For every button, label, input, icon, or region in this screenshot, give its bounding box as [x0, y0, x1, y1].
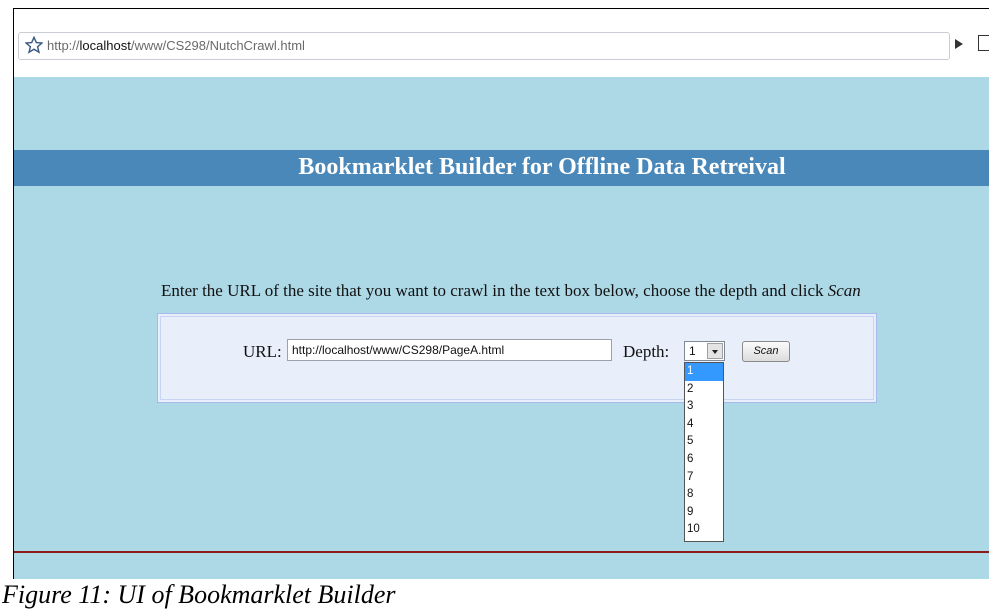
- url-host: localhost: [79, 38, 131, 53]
- depth-label: Depth:: [623, 342, 670, 361]
- bookmark-star-icon[interactable]: [25, 36, 43, 54]
- depth-option[interactable]: 4: [685, 416, 723, 434]
- instruction-scan-emphasis: Scan: [827, 281, 861, 300]
- depth-option[interactable]: 3: [685, 398, 723, 416]
- depth-dropdown-list: 1 2 3 4 5 6 7 8 9 10: [684, 362, 724, 542]
- depth-select-value: 1: [689, 344, 696, 358]
- depth-option[interactable]: 7: [685, 469, 723, 487]
- page-menu-icon[interactable]: [978, 35, 989, 51]
- scan-button[interactable]: Scan: [742, 341, 790, 362]
- url-input[interactable]: http://localhost/www/CS298/PageA.html: [287, 339, 612, 361]
- address-url[interactable]: http://localhost/www/CS298/NutchCrawl.ht…: [47, 38, 305, 53]
- depth-option[interactable]: 2: [685, 381, 723, 399]
- divider-rule: [14, 551, 989, 553]
- depth-option[interactable]: 6: [685, 451, 723, 469]
- instruction-body: Enter the URL of the site that you want …: [161, 281, 828, 300]
- page-viewport: Bookmarklet Builder for Offline Data Ret…: [14, 77, 989, 579]
- address-bar: http://localhost/www/CS298/NutchCrawl.ht…: [14, 9, 989, 77]
- omnibox[interactable]: http://localhost/www/CS298/NutchCrawl.ht…: [18, 32, 950, 60]
- chevron-down-icon[interactable]: [707, 343, 723, 359]
- url-scheme: http://: [47, 38, 80, 53]
- depth-option[interactable]: 10: [685, 521, 723, 539]
- url-label: URL:: [243, 342, 282, 361]
- instruction-text: Enter the URL of the site that you want …: [161, 281, 861, 301]
- go-arrow-icon[interactable]: [955, 39, 963, 49]
- depth-option[interactable]: 9: [685, 504, 723, 522]
- url-path: /www/CS298/NutchCrawl.html: [130, 38, 305, 53]
- title-banner: Bookmarklet Builder for Offline Data Ret…: [14, 150, 989, 186]
- depth-option[interactable]: 8: [685, 486, 723, 504]
- depth-select[interactable]: 1: [684, 341, 725, 361]
- page-title: Bookmarklet Builder for Offline Data Ret…: [298, 154, 786, 180]
- figure-caption: Figure 11: UI of Bookmarklet Builder: [2, 580, 396, 609]
- depth-option[interactable]: 5: [685, 433, 723, 451]
- depth-option[interactable]: 1: [685, 363, 723, 381]
- browser-window: http://localhost/www/CS298/NutchCrawl.ht…: [13, 8, 989, 579]
